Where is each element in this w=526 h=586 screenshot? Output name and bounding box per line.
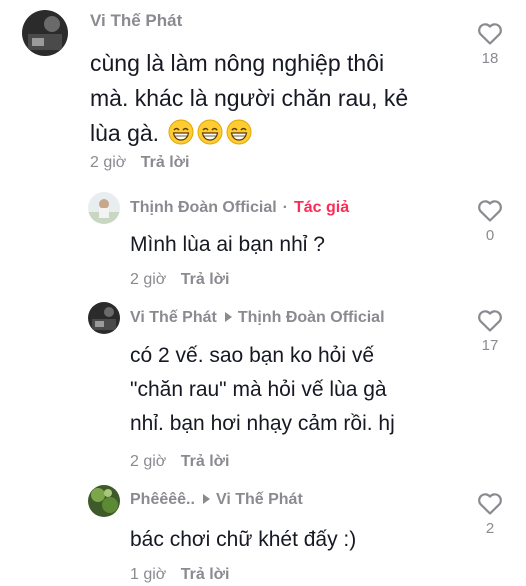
comment-text-line: lùa gà. — [90, 116, 408, 151]
reply-button[interactable]: Trả lời — [181, 453, 230, 470]
comment-username: Thịnh Đoàn Official · Tác giả — [130, 199, 349, 217]
comment-text-fragment: lùa gà. — [90, 120, 160, 146]
grinning-face-icon — [226, 119, 252, 145]
reply-button[interactable]: Trả lời — [181, 566, 230, 583]
username-text[interactable]: Thịnh Đoàn Official — [130, 199, 277, 216]
comment-text-line: "chăn rau" mà hỏi vế lùa gà — [130, 378, 387, 401]
comment-time: 2 giờ — [130, 453, 167, 470]
separator-dot: · — [282, 199, 288, 216]
reply-button[interactable]: Trả lời — [141, 154, 190, 171]
comment-meta: 1 giờ Trả lời — [130, 566, 229, 584]
avatar[interactable] — [88, 302, 120, 334]
comment-meta: 2 giờ Trả lời — [130, 453, 229, 471]
comment-text: cùng là làm nông nghiệp thôi mà. khác là… — [90, 46, 408, 151]
avatar[interactable] — [88, 485, 120, 517]
comment-text: bác chơi chữ khét đấy :) — [130, 524, 356, 556]
username-text[interactable]: Phêêêê.. — [130, 491, 195, 508]
heart-outline-icon — [478, 493, 502, 515]
comment-item: Vi Thế Phát cùng là làm nông nghiệp thôi… — [0, 0, 526, 180]
comment-time: 1 giờ — [130, 566, 167, 583]
comment-text-line: mà. khác là người chăn rau, kẻ — [90, 85, 409, 111]
reply-item: Phêêêê.. Vi Thế Phát bác chơi chữ khét đấ… — [0, 480, 526, 586]
like-count: 17 — [481, 337, 499, 354]
comment-text-line: Mình lùa ai bạn nhỉ ? — [130, 233, 325, 256]
comment-username: Phêêêê.. Vi Thế Phát — [130, 491, 303, 509]
reply-item: Vi Thế Phát Thịnh Đoàn Official có 2 vế. … — [0, 290, 526, 480]
like-count: 0 — [485, 227, 495, 244]
like-button[interactable]: 17 — [475, 309, 505, 354]
reply-button[interactable]: Trả lời — [181, 271, 230, 288]
grinning-face-icon — [168, 119, 194, 145]
like-count: 18 — [481, 50, 499, 67]
comment-text-line: cùng là làm nông nghiệp thôi — [90, 50, 385, 76]
heart-outline-icon — [478, 23, 502, 45]
reply-to-username[interactable]: Thịnh Đoàn Official — [238, 309, 385, 326]
comment-text-line: có 2 vế. sao bạn ko hỏi vế — [130, 344, 374, 367]
like-button[interactable]: 2 — [475, 492, 505, 537]
avatar[interactable] — [88, 192, 120, 224]
comment-text-line: nhỉ. bạn hơi nhạy cảm rồi. hj — [130, 412, 395, 435]
reply-to-username[interactable]: Vi Thế Phát — [216, 491, 303, 508]
like-count: 2 — [485, 520, 495, 537]
grinning-face-icon — [197, 119, 223, 145]
triangle-right-icon — [224, 312, 232, 323]
comment-username[interactable]: Vi Thế Phát — [90, 11, 182, 31]
triangle-right-icon — [202, 494, 210, 505]
comment-meta: 2 giờ Trả lời — [90, 154, 189, 172]
avatar[interactable] — [22, 10, 68, 56]
comment-text: Mình lùa ai bạn nhỉ ? — [130, 229, 325, 261]
author-badge: Tác giả — [294, 199, 350, 216]
comment-time: 2 giờ — [90, 154, 127, 171]
comment-username: Vi Thế Phát Thịnh Đoàn Official — [130, 309, 385, 327]
comment-text: có 2 vế. sao bạn ko hỏi vế "chăn rau" mà… — [130, 339, 395, 441]
reply-item: Thịnh Đoàn Official · Tác giả Mình lùa ai … — [0, 180, 526, 290]
like-button[interactable]: 0 — [475, 199, 505, 244]
heart-outline-icon — [478, 200, 502, 222]
comment-time: 2 giờ — [130, 271, 167, 288]
comment-meta: 2 giờ Trả lời — [130, 271, 229, 289]
username-text[interactable]: Vi Thế Phát — [90, 11, 182, 30]
heart-outline-icon — [478, 310, 502, 332]
username-text[interactable]: Vi Thế Phát — [130, 309, 217, 326]
like-button[interactable]: 18 — [475, 22, 505, 67]
comment-text-line: bác chơi chữ khét đấy :) — [130, 528, 357, 551]
